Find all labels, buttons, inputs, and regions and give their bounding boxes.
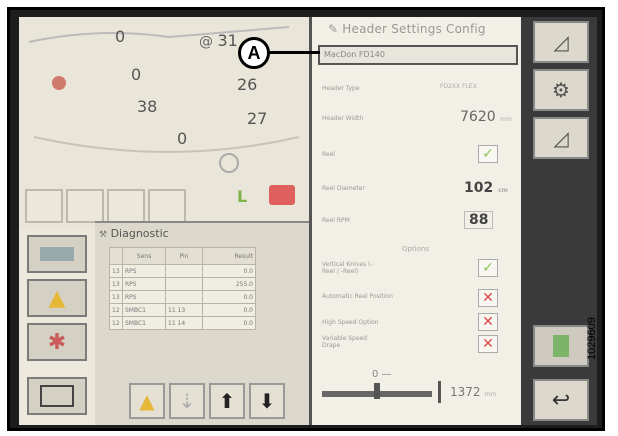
- checkmark-icon: ✓: [482, 260, 494, 276]
- arrow-down-icon: ⬇: [258, 389, 276, 413]
- option-label: Vertical Knives (-Reel / -Reel): [322, 261, 373, 275]
- back-button[interactable]: ↩: [533, 379, 589, 421]
- column-header: Result: [202, 247, 256, 265]
- options-label: Options: [402, 245, 430, 253]
- gauge-4: 0: [131, 65, 142, 84]
- header-pivot: [374, 383, 380, 399]
- lock-l-icon: L: [237, 187, 248, 206]
- fan-icon: ✱: [47, 329, 67, 355]
- table-row[interactable]: 13 RPS 255.0: [109, 277, 256, 291]
- height-marker: [438, 381, 441, 403]
- cross-icon: ✕: [482, 336, 494, 352]
- back-arrow-icon: ↩: [551, 387, 571, 413]
- warning-dot-icon: [52, 76, 66, 90]
- checkmark-icon: ✓: [482, 146, 494, 162]
- gauge-2: @ 31: [199, 31, 238, 50]
- diagnostic-warning-button[interactable]: ▲: [129, 383, 165, 419]
- reel-rpm-value[interactable]: 88: [464, 211, 494, 229]
- right-button-column: ◿ ⚙ ◿ ↩: [521, 17, 597, 425]
- display-screen: 0 @ 31 26 0 38 27 0 L ▲ ✱ ⚒ Diagnostic S…: [19, 17, 597, 425]
- right-button-2[interactable]: ⚙: [533, 69, 589, 111]
- toggle-icon: [553, 335, 569, 357]
- figure-number: 1029609: [586, 317, 598, 360]
- warning-triangle-icon: ▲: [48, 285, 66, 311]
- option-label: Variable Speed Drape: [322, 335, 368, 349]
- mode-boxes: [25, 189, 186, 223]
- cross-icon: ✕: [482, 290, 494, 306]
- option-checkbox[interactable]: ✕: [478, 313, 498, 331]
- folder-icon: [40, 385, 74, 407]
- header-width-label: Header Width: [322, 115, 364, 122]
- callout-a: A: [238, 37, 270, 69]
- header-settings-panel: ✎ Header Settings Config MacDon FD140 He…: [309, 17, 524, 425]
- reel-diameter-value[interactable]: 102 cm: [464, 180, 508, 196]
- diagnostic-sort-button[interactable]: ⇣: [169, 383, 205, 419]
- mode-box[interactable]: [25, 189, 63, 223]
- left-button-2[interactable]: ▲: [27, 279, 87, 317]
- cross-icon: ✕: [482, 314, 494, 330]
- steering-icon: [219, 153, 239, 173]
- mode-box[interactable]: [148, 189, 186, 223]
- sort-icon: ⇣: [178, 389, 196, 413]
- table-row[interactable]: 12 SMBC1 11 13 0.0: [109, 303, 256, 317]
- panel-title: ✎ Header Settings Config: [328, 22, 486, 36]
- table-row[interactable]: 13 RPS 0.0: [109, 264, 256, 278]
- left-button-1[interactable]: [27, 235, 87, 273]
- arrow-up-icon: ⬆: [218, 389, 236, 413]
- reel-rpm-label: Reel RPM: [322, 217, 350, 224]
- mode-box[interactable]: [107, 189, 145, 223]
- mode-box[interactable]: [66, 189, 104, 223]
- option-checkbox[interactable]: ✕: [478, 289, 498, 307]
- header-type-value[interactable]: FD2XX FLEX: [440, 83, 477, 90]
- scroll-down-button[interactable]: ⬇: [249, 383, 285, 419]
- table-row[interactable]: 13 RPS 0.0: [109, 290, 256, 304]
- callout-leader-line: [269, 51, 320, 54]
- diagnostic-panel: ⚒ Diagnostic Sens Pin Result 13 RPS 0.0 13 RP…: [95, 221, 309, 425]
- scroll-up-button[interactable]: ⬆: [209, 383, 245, 419]
- right-button-1[interactable]: ◿: [533, 21, 589, 63]
- diagnostic-table: Sens Pin Result 13 RPS 0.0 13 RPS 255.0 13 RPS 0…: [109, 247, 256, 330]
- gauge-5: 38: [137, 97, 158, 116]
- option-label: Automatic Reel Position: [322, 293, 393, 300]
- header-icon: [40, 247, 74, 261]
- reel-icon: ⚙: [552, 78, 570, 102]
- diagnostic-nav-buttons: ▲ ⇣ ⬆ ⬇: [129, 383, 285, 419]
- height-value[interactable]: 1372 mm: [450, 385, 496, 399]
- height-top-value: 0 —: [372, 369, 392, 380]
- header-type-label: Header Type: [322, 85, 360, 92]
- header-name-field[interactable]: MacDon FD140: [318, 45, 518, 65]
- header-angle-icon: ◿: [553, 126, 569, 150]
- brake-warning-icon[interactable]: [269, 185, 295, 205]
- gauge-7: 0: [177, 129, 188, 148]
- right-button-3[interactable]: ◿: [533, 117, 589, 159]
- table-row[interactable]: 12 SMBC1 11 14 0.0: [109, 316, 256, 330]
- header-tilt-icon: ◿: [553, 30, 569, 54]
- warning-triangle-icon: ▲: [139, 389, 155, 413]
- column-header: Sens: [122, 247, 166, 265]
- reel-label: Reel: [322, 151, 335, 158]
- wrench-icon: ✎: [328, 22, 339, 36]
- option-label: High Speed Option: [322, 319, 379, 326]
- option-checkbox[interactable]: ✕: [478, 335, 498, 353]
- reel-diameter-label: Reel Diameter: [322, 185, 365, 192]
- header-width-value[interactable]: 7620 mm: [460, 109, 512, 125]
- diagnostic-title: ⚒ Diagnostic: [99, 227, 169, 240]
- right-button-4[interactable]: [533, 325, 589, 367]
- header-height-graphic: 0 — 1372 mm: [322, 369, 518, 409]
- gauge-3: 26: [237, 75, 258, 94]
- column-header: Pin: [165, 247, 203, 265]
- reel-checkbox[interactable]: ✓: [478, 145, 498, 163]
- option-checkbox[interactable]: ✓: [478, 259, 498, 277]
- left-button-3[interactable]: ✱: [27, 323, 87, 361]
- gauge-1: 0: [115, 27, 126, 46]
- left-button-4[interactable]: [27, 377, 87, 415]
- gauge-6: 27: [247, 109, 268, 128]
